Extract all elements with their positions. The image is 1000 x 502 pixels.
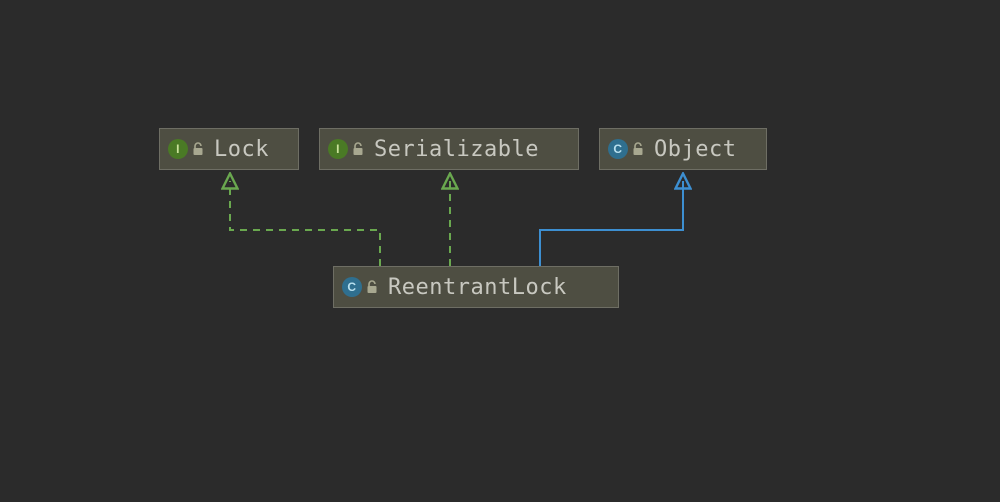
node-label: ReentrantLock bbox=[388, 275, 567, 300]
lock-icon bbox=[632, 142, 644, 156]
edge-reentrantlock-lock bbox=[230, 181, 380, 266]
lock-icon bbox=[192, 142, 204, 156]
node-reentrantlock[interactable]: C ReentrantLock bbox=[333, 266, 619, 308]
diagram-canvas: I Lock I Serializable C Object bbox=[0, 0, 1000, 502]
edge-reentrantlock-object bbox=[540, 181, 683, 266]
node-serializable[interactable]: I Serializable bbox=[319, 128, 579, 170]
node-lock[interactable]: I Lock bbox=[159, 128, 299, 170]
interface-icon: I bbox=[168, 139, 188, 159]
node-label: Lock bbox=[214, 137, 269, 162]
connector-layer bbox=[0, 0, 1000, 502]
node-label: Object bbox=[654, 137, 736, 162]
lock-icon bbox=[366, 280, 378, 294]
interface-icon: I bbox=[328, 139, 348, 159]
node-label: Serializable bbox=[374, 137, 539, 162]
class-icon: C bbox=[342, 277, 362, 297]
class-icon: C bbox=[608, 139, 628, 159]
node-object[interactable]: C Object bbox=[599, 128, 767, 170]
lock-icon bbox=[352, 142, 364, 156]
